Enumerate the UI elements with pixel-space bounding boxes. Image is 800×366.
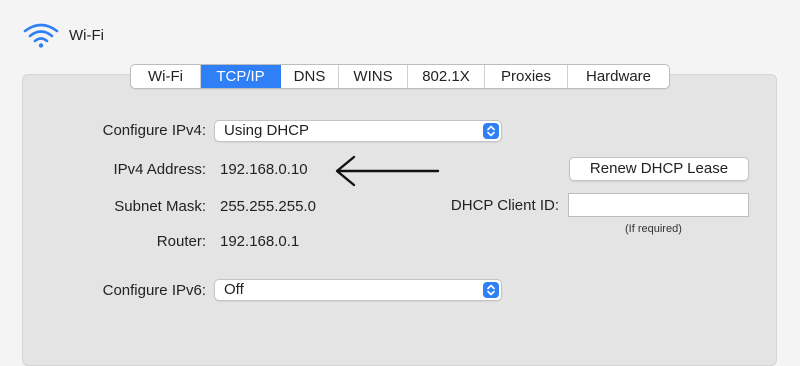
select-arrows-icon [483,282,499,298]
dhcp-client-id-field[interactable] [568,193,749,217]
tab-tcpip[interactable]: TCP/IP [201,65,281,88]
tab-wins[interactable]: WINS [339,65,408,88]
tab-8021x[interactable]: 802.1X [408,65,485,88]
configure-ipv6-label: Configure IPv6: [102,282,206,299]
renew-dhcp-lease-button[interactable]: Renew DHCP Lease [569,157,749,181]
configure-ipv4-value: Using DHCP [224,122,310,139]
select-arrows-icon [483,123,499,139]
ipv4-address-value: 192.168.0.10 [220,161,308,178]
wifi-icon [23,22,59,48]
client-id-hint: (If required) [625,223,682,235]
tab-hardware[interactable]: Hardware [568,65,669,88]
wifi-header: Wi-Fi [23,22,104,48]
dhcp-client-id-label: DHCP Client ID: [450,197,559,214]
ipv4-address-label: IPv4 Address: [113,161,206,178]
router-value: 192.168.0.1 [220,233,300,250]
subnet-mask-value: 255.255.255.0 [220,198,316,215]
configure-ipv6-select[interactable]: Off [214,279,502,301]
configure-ipv4-label: Configure IPv4: [102,122,206,139]
tcpip-panel [22,74,777,366]
configure-ipv6-value: Off [224,281,244,298]
configure-ipv4-select[interactable]: Using DHCP [214,120,502,142]
tab-dns[interactable]: DNS [281,65,339,88]
router-label: Router: [156,233,206,250]
subnet-mask-label: Subnet Mask: [114,198,206,215]
tab-bar: Wi-Fi TCP/IP DNS WINS 802.1X Proxies Har… [130,64,670,89]
tab-proxies[interactable]: Proxies [485,65,568,88]
window-title: Wi-Fi [69,26,104,44]
arrow-left-icon [334,154,440,193]
tab-wifi[interactable]: Wi-Fi [131,65,201,88]
